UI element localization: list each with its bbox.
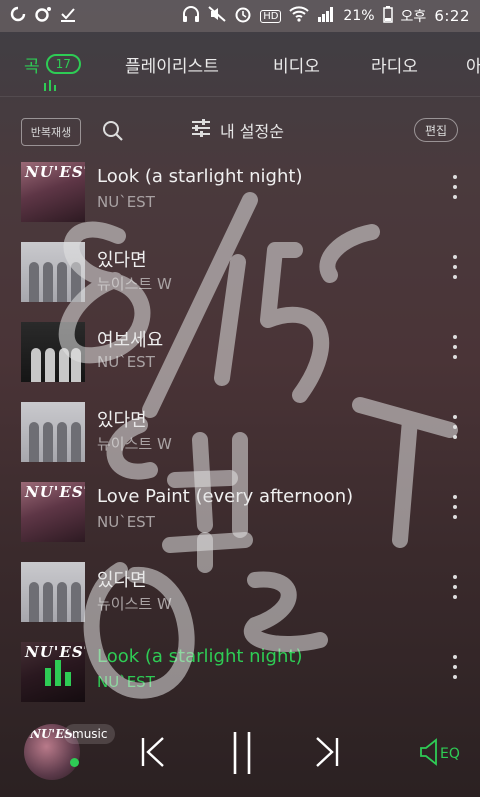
status-icons-left [0, 6, 86, 26]
song-title: Look (a starlight night) [97, 166, 303, 187]
status-icons-right: HD 21% 오후 6:22 [172, 5, 480, 27]
more-options-icon[interactable] [448, 415, 462, 439]
active-tab-indicator-icon [44, 80, 56, 91]
song-row[interactable]: 여보세요 NU`EST [0, 320, 480, 400]
now-playing-eq-icon [45, 660, 71, 686]
edit-button[interactable]: 편집 [414, 118, 458, 142]
sort-order-button[interactable]: 내 설정순 [190, 118, 284, 142]
mini-player: NU'EST music EQ [0, 710, 480, 797]
song-row[interactable]: NU'EST Look (a starlight night) NU`EST [0, 640, 480, 720]
search-icon[interactable] [102, 120, 124, 146]
album-thumbnail[interactable]: NU'EST [21, 642, 85, 702]
mute-icon [208, 6, 226, 26]
song-artist: NU`EST [97, 353, 155, 371]
sort-filter-icon [190, 118, 212, 142]
music-source-tag: music [64, 724, 116, 744]
song-title: 있다면 [97, 410, 147, 431]
song-title: Look (a starlight night) [97, 646, 303, 667]
signal-icon [317, 6, 335, 26]
sort-order-label: 내 설정순 [220, 122, 284, 141]
more-options-icon[interactable] [448, 575, 462, 599]
song-row[interactable]: 있다면뉴이스트 W [0, 240, 480, 320]
category-tabs: 곡 17 플레이리스트 비디오 라디오 아 [0, 32, 480, 97]
song-artist: NU`EST [97, 193, 155, 211]
song-title: 여보세요 [97, 330, 164, 351]
status-bar: HD 21% 오후 6:22 [0, 0, 480, 32]
song-row[interactable]: 있다면뉴이스트 W [0, 400, 480, 480]
song-row[interactable]: NU'EST Love Paint (every afternoon) NU`EST [0, 480, 480, 560]
tab-videos[interactable]: 비디오 [273, 32, 320, 96]
song-artist: 뉴이스트 W [97, 595, 172, 613]
tab-songs-label: 곡 [24, 56, 40, 77]
song-row[interactable]: 있다면뉴이스트 W [0, 560, 480, 640]
battery-icon [382, 5, 393, 27]
headphones-icon [182, 6, 200, 26]
download-complete-icon [60, 6, 76, 26]
app-notification-icon [10, 6, 26, 26]
time-ampm: 오후 [400, 9, 427, 25]
song-artist: 뉴이스트 W [97, 275, 172, 293]
song-artist: NU`EST [97, 513, 155, 531]
album-thumbnail[interactable] [21, 242, 85, 302]
album-thumbnail[interactable] [21, 562, 85, 622]
music-source-label: music [72, 727, 108, 741]
repeat-play-button[interactable]: 반복재생 [21, 118, 81, 146]
song-title: Love Paint (every afternoon) [97, 486, 354, 507]
song-title: 있다면 [97, 250, 147, 271]
more-options-icon[interactable] [448, 335, 462, 359]
song-artist: NU`EST [97, 673, 155, 691]
pause-icon[interactable] [228, 730, 256, 780]
song-count-badge: 17 [45, 54, 81, 74]
album-thumbnail[interactable]: NU'EST [21, 162, 85, 222]
album-logo-icon: NU'EST [25, 483, 85, 501]
clock-time: 6:22 [434, 7, 470, 25]
tab-songs[interactable]: 곡 17 [0, 32, 104, 96]
more-options-icon[interactable] [448, 655, 462, 679]
song-title: 있다면 [97, 570, 147, 591]
album-logo-icon: NU'EST [25, 163, 85, 181]
record-notification-icon [34, 6, 52, 26]
song-row[interactable]: NU'EST Look (a starlight night) NU`EST [0, 160, 480, 240]
album-thumbnail[interactable] [21, 402, 85, 462]
previous-track-icon[interactable] [138, 732, 168, 776]
more-options-icon[interactable] [448, 495, 462, 519]
equalizer-label: EQ [440, 746, 460, 762]
tab-artists[interactable]: 아 [466, 32, 480, 96]
tab-playlists[interactable]: 플레이리스트 [125, 32, 219, 96]
next-track-icon[interactable] [312, 732, 342, 776]
playing-indicator-dot [70, 758, 79, 767]
hd-voice-icon: HD [260, 9, 282, 23]
tab-radio[interactable]: 라디오 [371, 32, 418, 96]
more-options-icon[interactable] [448, 175, 462, 199]
alarm-icon [234, 5, 252, 27]
album-thumbnail[interactable] [21, 322, 85, 382]
album-thumbnail[interactable]: NU'EST [21, 482, 85, 542]
equalizer-button[interactable]: EQ [418, 738, 460, 770]
edit-label: 편집 [424, 123, 448, 138]
wifi-icon [289, 6, 310, 26]
more-options-icon[interactable] [448, 255, 462, 279]
song-list: NU'ESTLook (a starlight night)NU`EST있다면뉴… [0, 160, 480, 720]
battery-percent: 21% [343, 8, 375, 24]
song-artist: 뉴이스트 W [97, 435, 172, 453]
album-logo-icon: NU'EST [25, 643, 85, 661]
repeat-play-label: 반복재생 [30, 126, 72, 139]
equalizer-icon [418, 738, 438, 770]
